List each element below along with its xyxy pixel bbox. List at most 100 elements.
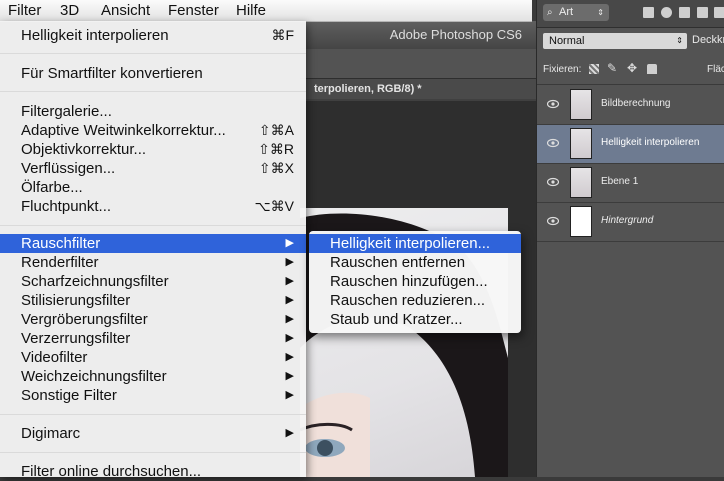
blend-mode-value: Normal	[549, 35, 585, 47]
menu-item-last-filter[interactable]: Helligkeit interpolieren ⌘F	[0, 26, 306, 45]
menu-item-shortcut: ⇧⌘A	[258, 122, 294, 138]
menu-item-label: Adaptive Weitwinkelkorrektur...	[21, 122, 226, 139]
submenu-arrow-icon: ▶	[285, 256, 294, 268]
menu-item-label: Stilisierungsfilter	[21, 292, 131, 309]
menu-item-label: Filter online durchsuchen...	[21, 463, 202, 480]
layer-name: Bildberechnung	[601, 98, 671, 109]
submenu-item-rauschen-entfernen[interactable]: Rauschen entfernen	[309, 253, 521, 272]
layer-filter-kind-select[interactable]: ⌕ Art ⇕	[543, 4, 609, 21]
menu-item-smart-filter[interactable]: Für Smartfilter konvertieren	[0, 64, 306, 83]
blend-mode-select[interactable]: Normal ⇕	[543, 33, 687, 49]
chevron-updown-icon: ⇕	[597, 8, 604, 17]
submenu-item-staub-und-kratzer[interactable]: Staub und Kratzer...	[309, 310, 521, 329]
lock-position-icon[interactable]: ✥	[627, 61, 637, 75]
type-filter-icon[interactable]	[679, 7, 690, 18]
menu-item-digimarc[interactable]: Digimarc ▶	[0, 424, 306, 443]
submenu-arrow-icon: ▶	[285, 389, 294, 401]
options-bar	[300, 49, 536, 79]
submenu-arrow-icon: ▶	[285, 275, 294, 287]
menu-separator	[0, 452, 306, 453]
eye-icon[interactable]	[547, 177, 559, 187]
shape-filter-icon[interactable]	[697, 7, 708, 18]
menu-separator	[0, 91, 306, 92]
layers-panel: ⌕ Art ⇕ Normal ⇕ Deckkr Fixieren: ✎ ✥ Fl…	[536, 0, 724, 477]
layers-panel-header: ⌕ Art ⇕	[537, 0, 724, 28]
menu-item-videofilter[interactable]: Videofilter ▶	[0, 348, 306, 367]
menu-item-sonstige-filter[interactable]: Sonstige Filter ▶	[0, 386, 306, 405]
menu-item-label: Fluchtpunkt...	[21, 198, 112, 215]
menu-item-label: Digimarc	[21, 425, 81, 442]
layer-thumbnail	[570, 128, 592, 159]
menu-item-oelfarbe[interactable]: Ölfarbe...	[0, 178, 306, 197]
menu-item-adaptive-weitwinkel[interactable]: Adaptive Weitwinkelkorrektur... ⇧⌘A	[0, 121, 306, 140]
menu-hilfe[interactable]: Hilfe	[228, 0, 274, 21]
layer-name: Hintergrund	[601, 215, 654, 226]
layer-row-bildberechnung[interactable]: Bildberechnung	[537, 86, 724, 125]
document-tab[interactable]: terpolieren, RGB/8) *	[300, 79, 536, 99]
menu-item-verzerrungsfilter[interactable]: Verzerrungsfilter ▶	[0, 329, 306, 348]
fill-label: Fläc	[707, 64, 724, 75]
search-icon: ⌕	[547, 7, 553, 18]
menu-item-filter-online[interactable]: Filter online durchsuchen...	[0, 462, 306, 481]
menu-item-weichzeichnungsfilter[interactable]: Weichzeichnungsfilter ▶	[0, 367, 306, 386]
submenu-item-rauschen-reduzieren[interactable]: Rauschen reduzieren...	[309, 291, 521, 310]
layer-name: Helligkeit interpolieren	[601, 137, 700, 148]
menu-item-label: Ölfarbe...	[21, 179, 83, 196]
menu-filter[interactable]: Filter	[0, 0, 49, 21]
lock-transparency-icon[interactable]	[589, 64, 599, 74]
menu-item-label: Verflüssigen...	[21, 160, 116, 177]
menu-bar: Filter 3D Ansicht Fenster Hilfe	[0, 0, 532, 22]
menu-separator	[0, 414, 306, 415]
lock-label: Fixieren:	[543, 64, 582, 75]
layer-row-helligkeit-interpolieren[interactable]: Helligkeit interpolieren	[537, 125, 724, 164]
submenu-arrow-icon: ▶	[285, 427, 294, 439]
menu-item-shortcut: ⌥⌘V	[254, 198, 294, 214]
menu-item-label: Verzerrungsfilter	[21, 330, 131, 347]
menu-item-renderfilter[interactable]: Renderfilter ▶	[0, 253, 306, 272]
submenu-arrow-icon: ▶	[285, 370, 294, 382]
image-filter-icon[interactable]	[643, 7, 654, 18]
layer-thumbnail	[570, 89, 592, 120]
menu-item-label: Filtergalerie...	[21, 103, 112, 120]
smartobject-filter-icon[interactable]	[714, 7, 724, 18]
menu-item-label: Vergröberungsfilter	[21, 311, 148, 328]
chevron-updown-icon: ⇕	[676, 36, 683, 45]
layer-thumbnail	[570, 206, 592, 237]
lock-all-icon[interactable]	[647, 64, 657, 74]
adjustment-filter-icon[interactable]	[661, 7, 672, 18]
eye-icon[interactable]	[547, 99, 559, 109]
eye-icon[interactable]	[547, 216, 559, 226]
submenu-arrow-icon: ▶	[285, 313, 294, 325]
menu-item-filtergalerie[interactable]: Filtergalerie...	[0, 102, 306, 121]
layer-row-ebene-1[interactable]: Ebene 1	[537, 164, 724, 203]
layer-row-hintergrund[interactable]: Hintergrund	[537, 203, 724, 242]
submenu-item-helligkeit-interpolieren[interactable]: Helligkeit interpolieren...	[309, 234, 521, 253]
menu-item-label: Objektivkorrektur...	[21, 141, 147, 158]
menu-item-label: Renderfilter	[21, 254, 99, 271]
menu-item-shortcut: ⇧⌘X	[258, 160, 294, 176]
filter-menu: Helligkeit interpolieren ⌘F Für Smartfil…	[0, 21, 306, 480]
opacity-label: Deckkr	[692, 34, 724, 46]
menu-item-label: Sonstige Filter	[21, 387, 117, 404]
menu-item-vergroeberungsfilter[interactable]: Vergröberungsfilter ▶	[0, 310, 306, 329]
submenu-arrow-icon: ▶	[285, 294, 294, 306]
menu-item-scharfzeichnungsfilter[interactable]: Scharfzeichnungsfilter ▶	[0, 272, 306, 291]
menu-item-label: Videofilter	[21, 349, 88, 366]
eye-icon[interactable]	[547, 138, 559, 148]
submenu-item-rauschen-hinzufuegen[interactable]: Rauschen hinzufügen...	[309, 272, 521, 291]
layer-thumbnail	[570, 167, 592, 198]
menu-3d[interactable]: 3D	[52, 0, 87, 21]
menu-ansicht[interactable]: Ansicht	[93, 0, 158, 21]
menu-item-label: Helligkeit interpolieren	[21, 27, 169, 44]
menu-item-verfluessigen[interactable]: Verflüssigen... ⇧⌘X	[0, 159, 306, 178]
submenu-arrow-icon: ▶	[285, 351, 294, 363]
filter-kind-label: Art	[559, 6, 574, 18]
lock-pixels-icon[interactable]: ✎	[607, 61, 617, 75]
menu-item-stilisierungsfilter[interactable]: Stilisierungsfilter ▶	[0, 291, 306, 310]
menu-item-label: Weichzeichnungsfilter	[21, 368, 167, 385]
menu-item-fluchtpunkt[interactable]: Fluchtpunkt... ⌥⌘V	[0, 197, 306, 216]
menu-item-rauschfilter[interactable]: Rauschfilter ▶	[0, 234, 306, 253]
menu-item-shortcut: ⇧⌘R	[258, 141, 294, 157]
menu-fenster[interactable]: Fenster	[160, 0, 227, 21]
menu-item-objektivkorrektur[interactable]: Objektivkorrektur... ⇧⌘R	[0, 140, 306, 159]
